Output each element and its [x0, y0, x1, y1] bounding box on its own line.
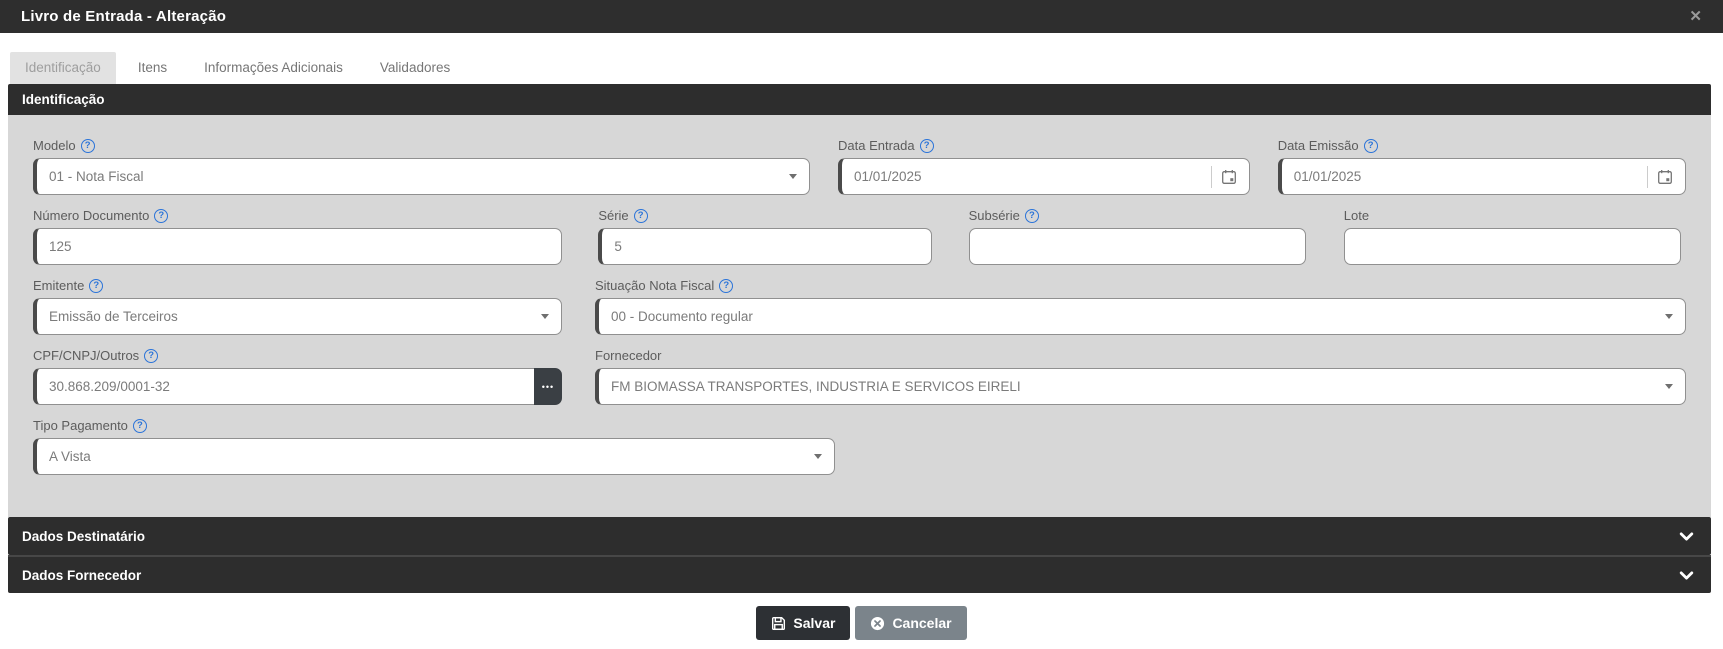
situacao-nota-fiscal-label: Situação Nota Fiscal	[595, 278, 715, 293]
chevron-down-icon	[788, 174, 797, 179]
save-icon	[771, 616, 786, 631]
section-header-identificacao: Identificação	[8, 84, 1711, 115]
numero-documento-label: Número Documento	[33, 208, 150, 223]
form-row-4: CPF/CNPJ/Outros ? ••• Fornecedor FM BIOM…	[33, 348, 1686, 405]
tab-validadores[interactable]: Validadores	[365, 52, 465, 84]
help-icon[interactable]: ?	[633, 208, 648, 223]
calendar-icon[interactable]	[1221, 169, 1237, 185]
cpf-cnpj-outros-label: CPF/CNPJ/Outros	[33, 348, 140, 363]
serie-input[interactable]	[598, 228, 933, 265]
chevron-down-icon	[540, 314, 549, 319]
form-row-1: Modelo ? 01 - Nota Fiscal Data Entrada ?…	[33, 138, 1686, 195]
data-entrada-input[interactable]: 01/01/2025	[838, 158, 1250, 195]
modal-content: Identificação Modelo ? 01 - Nota Fiscal	[8, 84, 1711, 593]
field-situacao-nota-fiscal: Situação Nota Fiscal ? 00 - Documento re…	[595, 278, 1686, 335]
data-entrada-label: Data Entrada	[838, 138, 915, 153]
lote-label: Lote	[1343, 208, 1370, 223]
section-title: Identificação	[22, 92, 105, 107]
modal-title: Livro de Entrada - Alteração	[21, 8, 227, 25]
form-row-2: Número Documento ? Série ? Subsérie	[33, 208, 1686, 265]
cancel-icon	[870, 616, 885, 631]
save-button[interactable]: Salvar	[756, 606, 851, 640]
tipo-pagamento-label: Tipo Pagamento	[33, 418, 128, 433]
chevron-down-icon	[1678, 567, 1695, 584]
help-icon[interactable]: ?	[144, 348, 159, 363]
lote-input[interactable]	[1343, 228, 1681, 265]
help-icon[interactable]: ?	[919, 138, 934, 153]
field-tipo-pagamento: Tipo Pagamento ? A Vista	[33, 418, 835, 475]
accordion-label: Dados Fornecedor	[22, 567, 142, 583]
close-icon[interactable]: ✕	[1689, 9, 1702, 24]
identificacao-form: Modelo ? 01 - Nota Fiscal Data Entrada ?…	[8, 115, 1711, 517]
field-serie: Série ?	[598, 208, 933, 265]
tab-itens[interactable]: Itens	[123, 52, 182, 84]
accordion-label: Dados Destinatário	[22, 528, 146, 544]
field-subserie: Subsérie ?	[968, 208, 1306, 265]
browse-button[interactable]: •••	[533, 368, 562, 405]
cpf-cnpj-outros-input[interactable]	[33, 368, 534, 405]
tipo-pagamento-select[interactable]: A Vista	[33, 438, 835, 475]
field-cpf-cnpj-outros: CPF/CNPJ/Outros ? •••	[33, 348, 562, 405]
accordion-dados-fornecedor[interactable]: Dados Fornecedor	[8, 555, 1711, 593]
accordion-dados-destinatario[interactable]: Dados Destinatário	[8, 517, 1711, 555]
field-emitente: Emitente ? Emissão de Terceiros	[33, 278, 562, 335]
tab-bar: Identificação Itens Informações Adiciona…	[10, 52, 1723, 84]
help-icon[interactable]: ?	[1363, 138, 1378, 153]
help-icon[interactable]: ?	[89, 278, 104, 293]
field-fornecedor: Fornecedor FM BIOMASSA TRANSPORTES, INDU…	[595, 348, 1686, 405]
subserie-label: Subsérie	[968, 208, 1020, 223]
livro-entrada-modal: Livro de Entrada - Alteração ✕ Identific…	[0, 0, 1723, 640]
field-data-entrada: Data Entrada ? 01/01/2025	[838, 138, 1250, 195]
field-modelo: Modelo ? 01 - Nota Fiscal	[33, 138, 810, 195]
chevron-down-icon	[1678, 528, 1695, 545]
modal-titlebar: Livro de Entrada - Alteração ✕	[0, 0, 1723, 33]
field-data-emissao: Data Emissão ? 01/01/2025	[1277, 138, 1686, 195]
modelo-select[interactable]: 01 - Nota Fiscal	[33, 158, 810, 195]
fornecedor-label: Fornecedor	[595, 348, 662, 363]
help-icon[interactable]: ?	[132, 418, 147, 433]
cancel-button[interactable]: Cancelar	[855, 606, 967, 640]
modal-footer: Salvar Cancelar	[0, 593, 1723, 640]
help-icon[interactable]: ?	[719, 278, 734, 293]
chevron-down-icon	[1664, 384, 1673, 389]
field-numero-documento: Número Documento ?	[33, 208, 562, 265]
situacao-nota-fiscal-select[interactable]: 00 - Documento regular	[595, 298, 1686, 335]
modelo-label: Modelo	[33, 138, 76, 153]
field-lote: Lote	[1343, 208, 1681, 265]
tab-identificacao[interactable]: Identificação	[10, 52, 116, 84]
emitente-label: Emitente	[33, 278, 85, 293]
subserie-input[interactable]	[968, 228, 1306, 265]
emitente-select[interactable]: Emissão de Terceiros	[33, 298, 562, 335]
form-row-5: Tipo Pagamento ? A Vista	[33, 418, 1686, 475]
calendar-icon[interactable]	[1657, 169, 1673, 185]
data-emissao-input[interactable]: 01/01/2025	[1277, 158, 1686, 195]
chevron-down-icon	[1664, 314, 1673, 319]
data-emissao-label: Data Emissão	[1277, 138, 1359, 153]
tab-informacoes-adicionais[interactable]: Informações Adicionais	[189, 52, 358, 84]
ellipsis-icon: •••	[541, 381, 555, 392]
numero-documento-input[interactable]	[33, 228, 562, 265]
help-icon[interactable]: ?	[80, 138, 95, 153]
chevron-down-icon	[813, 454, 822, 459]
form-row-3: Emitente ? Emissão de Terceiros Situação…	[33, 278, 1686, 335]
help-icon[interactable]: ?	[154, 208, 169, 223]
help-icon[interactable]: ?	[1024, 208, 1039, 223]
fornecedor-select[interactable]: FM BIOMASSA TRANSPORTES, INDUSTRIA E SER…	[595, 368, 1686, 405]
serie-label: Série	[598, 208, 629, 223]
